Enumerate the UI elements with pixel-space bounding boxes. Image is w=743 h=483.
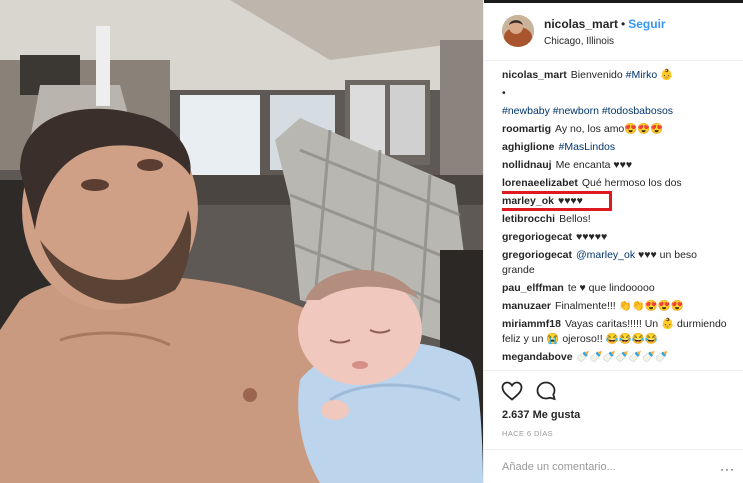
add-comment-input[interactable]: [502, 458, 722, 476]
comment-text: 🍼🍼🍼🍼🍼🍼🍼: [576, 351, 669, 363]
comment-bubble-icon: [536, 381, 556, 401]
comment-item: nicolas_mart Bienvenido #Mirko 👶: [502, 68, 730, 83]
post-author-username[interactable]: nicolas_mart: [544, 17, 618, 31]
post-photo: [0, 0, 483, 483]
avatar[interactable]: [502, 15, 534, 47]
comment-item: roomartig Ay no, los amo😍😍😍: [502, 122, 730, 137]
comment-username[interactable]: lorenaeelizabet: [502, 177, 578, 189]
post-time-ago[interactable]: HACE 6 DÍAS: [502, 429, 553, 438]
comment-text: te ♥ que lindooooo: [567, 282, 655, 294]
post-author-line: nicolas_mart • Seguir: [544, 17, 666, 31]
comment-item: •: [502, 86, 730, 101]
comment-hashtag[interactable]: #Mirko: [626, 69, 658, 81]
comment-item: gregoriogecat ♥♥♥♥♥: [502, 230, 730, 245]
highlight-box: [502, 191, 612, 211]
comment-item: letibrocchi Bellos!: [502, 212, 730, 227]
comment-item: marley_ok ♥♥♥♥: [502, 191, 730, 211]
comment-text: •: [502, 87, 506, 99]
comment-hashtag[interactable]: @marley_ok: [576, 249, 635, 261]
comment-item: gregoriogecat @marley_ok ♥♥♥ un beso gran…: [502, 248, 730, 278]
comment-item: megandabove 🍼🍼🍼🍼🍼🍼🍼: [502, 350, 730, 365]
comment-text: Ay no, los amo😍😍😍: [555, 123, 664, 135]
heart-icon: [501, 381, 523, 401]
post-location[interactable]: Chicago, Illinois: [544, 36, 614, 47]
comment-text-tail: 👶: [657, 69, 674, 81]
follow-button[interactable]: Seguir: [628, 17, 665, 31]
comment-item: manuzaer Finalmente!!! 👏👏😍😍😍: [502, 299, 730, 314]
comment-hashtag[interactable]: #newbaby #newborn #todosbabosos: [502, 105, 673, 117]
comment-item: miriammf18 Vayas caritas!!!!! Un 👶 durmie…: [502, 317, 730, 347]
comment-username[interactable]: nollidnauj: [502, 159, 552, 171]
comment-item: pau_elffman te ♥ que lindooooo: [502, 281, 730, 296]
comment-username[interactable]: manuzaer: [502, 300, 551, 312]
comment-username[interactable]: gregoriogecat: [502, 231, 572, 243]
avatar-image: [502, 15, 534, 47]
comment-item: #newbaby #newborn #todosbabosos: [502, 104, 730, 119]
likes-count[interactable]: 2.637 Me gusta: [502, 409, 580, 421]
comment-username[interactable]: megandabove: [502, 351, 573, 363]
like-button[interactable]: [500, 379, 524, 403]
comment-text: Bellos!: [559, 213, 591, 225]
comments-list[interactable]: nicolas_mart Bienvenido #Mirko 👶 • #newbaby…: [502, 68, 730, 370]
post-actions: 2.637 Me gusta HACE 6 DÍAS ···: [484, 370, 743, 482]
comment-text: Finalmente!!! 👏👏😍😍😍: [555, 300, 685, 312]
post-side-panel: nicolas_mart • Seguir Chicago, Illinois ni…: [483, 0, 743, 483]
comment-username[interactable]: roomartig: [502, 123, 551, 135]
comment-text: Qué hermoso los dos: [581, 177, 682, 189]
separator-dot: •: [621, 17, 626, 31]
comment-hashtag[interactable]: #MasLindos: [559, 141, 616, 153]
comment-item: nollidnauj Me encanta ♥♥♥: [502, 158, 730, 173]
post-header: nicolas_mart • Seguir Chicago, Illinois: [484, 3, 743, 61]
comment-username[interactable]: miriammf18: [502, 318, 561, 330]
comment-text: Bienvenido: [570, 69, 626, 81]
comment-item: aghiglione #MasLindos: [502, 140, 730, 155]
comment-text: Me encanta ♥♥♥: [555, 159, 633, 171]
comment-text: ♥♥♥♥♥: [576, 231, 608, 243]
comment-button[interactable]: [534, 379, 558, 403]
add-comment-bar: ···: [484, 449, 743, 483]
comment-username[interactable]: aghiglione: [502, 141, 555, 153]
more-options-icon[interactable]: ···: [720, 462, 735, 476]
comment-username[interactable]: nicolas_mart: [502, 69, 567, 81]
comment-username[interactable]: pau_elffman: [502, 282, 564, 294]
comment-item: lorenaeelizabet Qué hermoso los dos: [502, 176, 730, 191]
comment-username[interactable]: letibrocchi: [502, 213, 555, 225]
photo-illustration: [0, 0, 483, 483]
comment-username[interactable]: gregoriogecat: [502, 249, 572, 261]
